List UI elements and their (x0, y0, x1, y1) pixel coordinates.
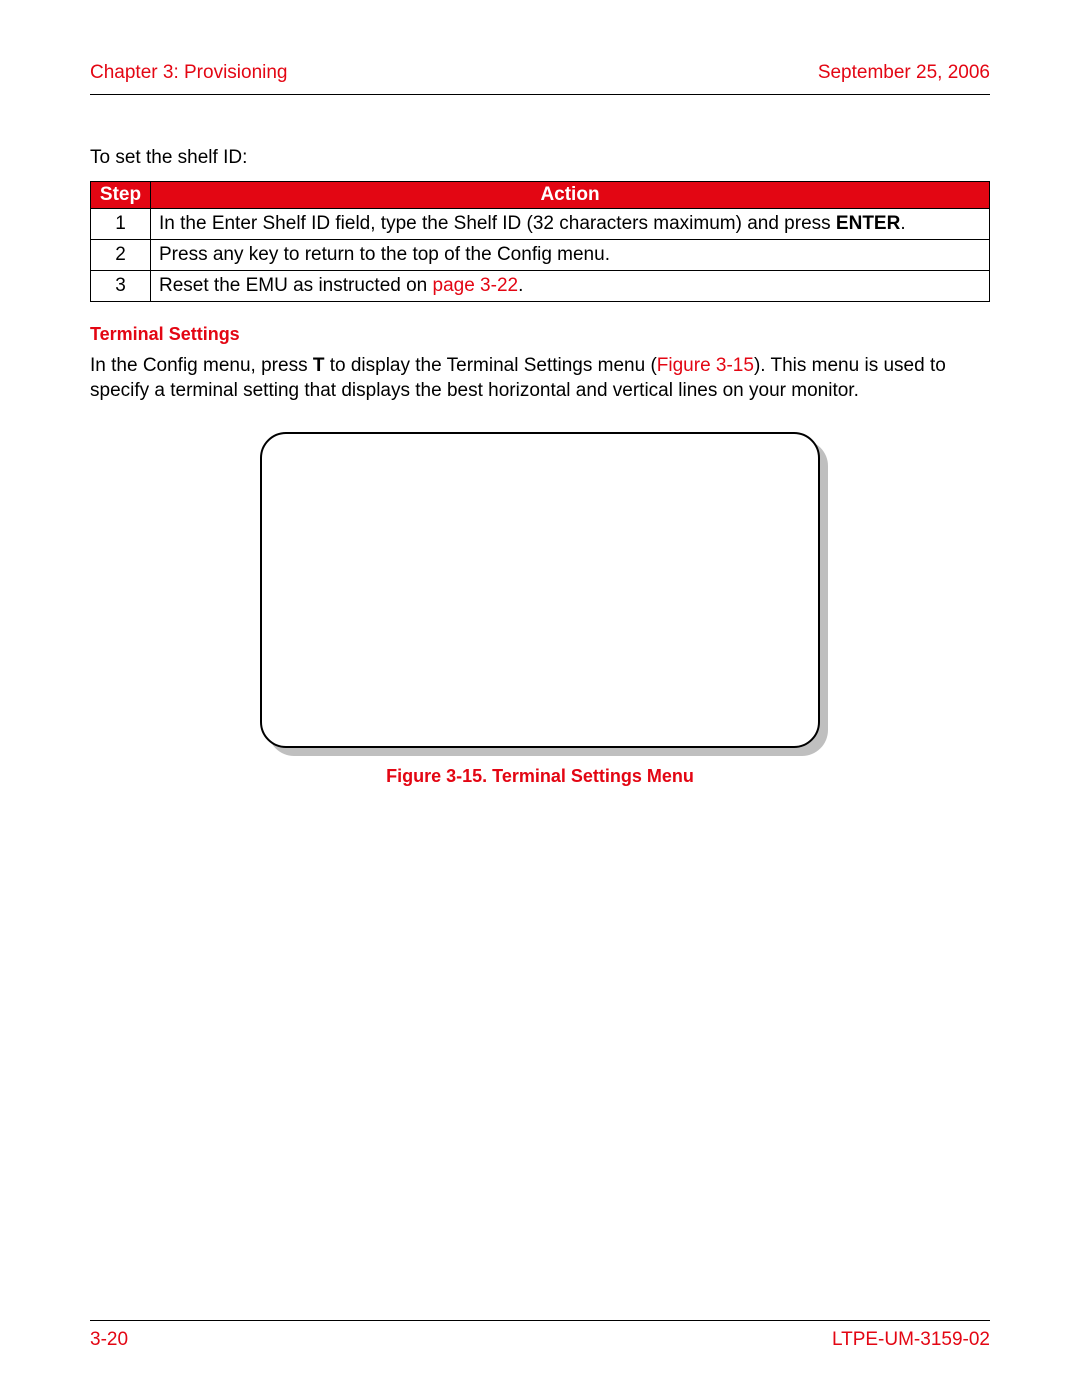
col-header-step: Step (91, 181, 151, 208)
figure-caption: Figure 3-15. Terminal Settings Menu (386, 766, 694, 787)
header-date: September 25, 2006 (818, 62, 990, 84)
running-header: Chapter 3: Provisioning September 25, 20… (90, 62, 990, 84)
col-header-action: Action (151, 181, 990, 208)
step-action: Press any key to return to the top of th… (151, 239, 990, 270)
intro-text: To set the shelf ID: (90, 145, 990, 171)
chapter-label: Chapter 3: Provisioning (90, 62, 288, 84)
step-action: Reset the EMU as instructed on page 3-22… (151, 270, 990, 301)
step-number: 1 (91, 208, 151, 239)
document-id: LTPE-UM-3159-02 (832, 1329, 990, 1351)
page-link[interactable]: page 3-22 (433, 275, 519, 296)
table-row: 1 In the Enter Shelf ID field, type the … (91, 208, 990, 239)
section-paragraph: In the Config menu, press T to display t… (90, 353, 990, 404)
header-rule (90, 94, 990, 95)
section-heading: Terminal Settings (90, 324, 990, 345)
table-row: 2 Press any key to return to the top of … (91, 239, 990, 270)
page-number: 3-20 (90, 1329, 128, 1351)
running-footer: 3-20 LTPE-UM-3159-02 (90, 1329, 990, 1351)
figure-frame (260, 432, 820, 748)
step-action: In the Enter Shelf ID field, type the Sh… (151, 208, 990, 239)
step-number: 3 (91, 270, 151, 301)
figure-link[interactable]: Figure 3-15 (657, 355, 754, 376)
step-number: 2 (91, 239, 151, 270)
table-row: 3 Reset the EMU as instructed on page 3-… (91, 270, 990, 301)
document-page: Chapter 3: Provisioning September 25, 20… (0, 0, 1080, 1397)
steps-table: Step Action 1 In the Enter Shelf ID fiel… (90, 181, 990, 302)
figure-placeholder (260, 432, 820, 748)
figure: Figure 3-15. Terminal Settings Menu (90, 432, 990, 787)
footer-rule (90, 1320, 990, 1321)
